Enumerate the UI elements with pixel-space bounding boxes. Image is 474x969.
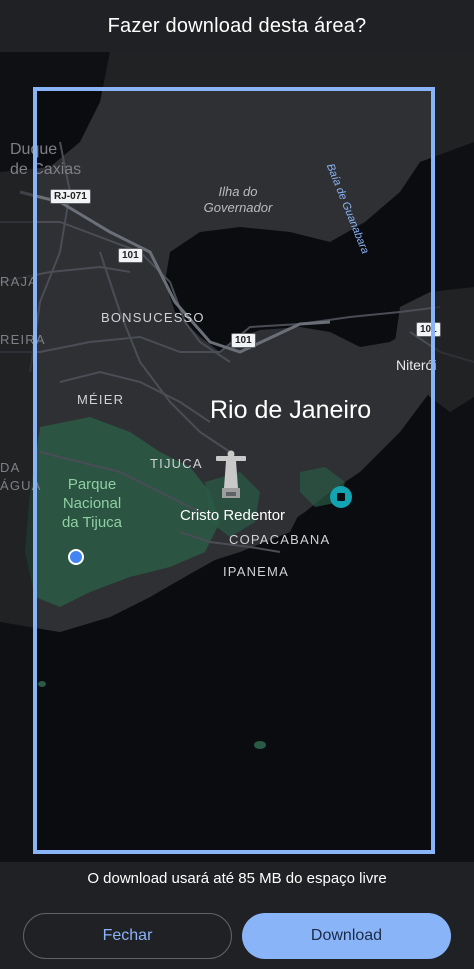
route-shield-101: 101 <box>118 248 143 263</box>
label-agua: ÁGUA <box>0 478 42 493</box>
route-shield-101: 101 <box>416 322 441 337</box>
action-bar: Fechar Download <box>0 905 474 969</box>
label-rio-de-janeiro: Rio de Janeiro <box>210 396 372 424</box>
route-shield-rj071: RJ-071 <box>50 189 91 204</box>
dialog-title: Fazer download desta área? <box>0 0 474 52</box>
label-ipanema: IPANEMA <box>223 564 289 579</box>
label-da: DA <box>0 460 21 475</box>
label-niteroi: Niterói <box>396 357 437 373</box>
poi-marker-icon[interactable] <box>330 486 352 508</box>
route-shield-101: 101 <box>231 333 256 348</box>
close-button[interactable]: Fechar <box>23 913 232 959</box>
current-location-icon <box>68 549 84 565</box>
map-view[interactable]: Duque de Caxias RAJA REIRA DA ÁGUA RJ-07… <box>0 52 474 862</box>
label-tijuca: TIJUCA <box>150 456 203 471</box>
label-duque-de-caxias: Duque de Caxias <box>10 141 82 178</box>
storage-note: O download usará até 85 MB do espaço liv… <box>87 870 387 887</box>
download-button[interactable]: Download <box>242 913 451 959</box>
label-parque-nacional-da-tijuca: Parque Nacional da Tijuca <box>61 476 123 531</box>
label-raja: RAJA <box>0 274 39 289</box>
label-ilha-do-governador: Ilha do Governador <box>203 184 273 215</box>
label-cristo-redentor: Cristo Redentor <box>180 507 286 524</box>
label-bonsucesso: BONSUCESSO <box>101 310 205 325</box>
label-reira: REIRA <box>0 332 46 347</box>
label-meier: MÉIER <box>77 392 125 407</box>
label-copacabana: COPACABANA <box>229 532 331 547</box>
